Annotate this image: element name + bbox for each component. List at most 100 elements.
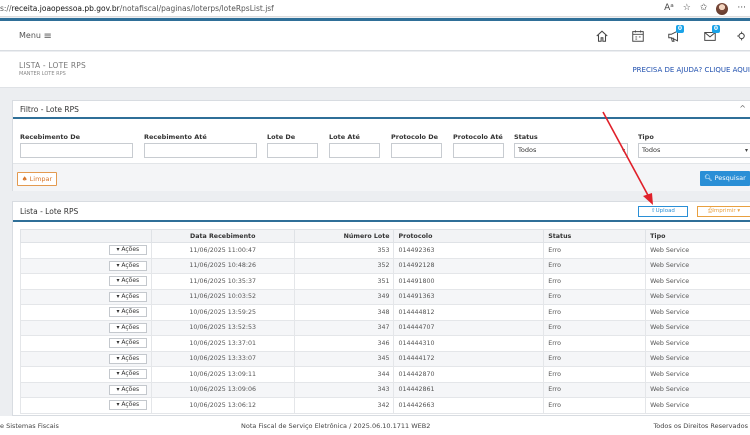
hamburger-icon: ≡: [43, 31, 52, 42]
acoes-button[interactable]: ▾ Ações: [108, 291, 147, 302]
address-text[interactable]: s://receita.joaopessoa.pb.gov.br/notafis…: [0, 4, 274, 13]
acoes-button[interactable]: ▾ Ações: [108, 384, 147, 395]
lote-de-input[interactable]: [267, 143, 318, 158]
cell-tipo: Web Service: [645, 381, 750, 398]
browser-address-bar[interactable]: s://receita.joaopessoa.pb.gov.br/notafis…: [0, 0, 750, 17]
announcements-badge: 0: [676, 25, 684, 33]
settings-button[interactable]: [728, 25, 750, 47]
protocolo-ate-input[interactable]: [453, 143, 504, 158]
calendar-icon: [632, 30, 644, 42]
acoes-button[interactable]: ▾ Ações: [108, 307, 147, 318]
home-button[interactable]: [584, 25, 620, 47]
tipo-dropdown-icon: ▾: [744, 147, 748, 154]
upload-button[interactable]: ⇧Upload: [638, 206, 688, 217]
table-row: ▾ Ações 11/06/2025 10:48:26 352 014492128 Er…: [20, 257, 750, 274]
acoes-label: Ações: [121, 323, 140, 331]
label-recebimento-de: Recebimento De: [20, 133, 81, 141]
cell-tipo: Web Service: [645, 257, 750, 274]
tipo-selected-value: Todos: [642, 146, 661, 154]
col-protocolo-header[interactable]: Protocolo: [393, 229, 545, 243]
acoes-button[interactable]: ▾ Ações: [108, 260, 147, 271]
favorite-icon[interactable]: ☆: [683, 2, 691, 15]
messages-button[interactable]: 0: [692, 25, 728, 47]
chevron-down-icon: ▾: [116, 261, 120, 269]
cog-icon: [737, 31, 745, 41]
acoes-button[interactable]: ▾ Ações: [108, 245, 147, 256]
cell-status: Erro: [543, 335, 647, 352]
cell-data-recebimento: 11/06/2025 10:03:52: [150, 288, 295, 305]
eraser-icon: ♠: [21, 175, 28, 183]
help-link[interactable]: PRECISA DE AJUDA? CLIQUE AQUI: [632, 66, 750, 74]
app-header: Menu ≡ 0 0: [0, 21, 750, 51]
chevron-down-icon: ▾: [116, 339, 120, 347]
cell-status: Erro: [543, 257, 647, 274]
breadcrumb: LISTA - LOTE RPS MANTER LOTE RPS PRECISA…: [0, 52, 750, 88]
protocolo-de-input[interactable]: [391, 143, 442, 158]
chevron-down-icon: ▾: [116, 292, 120, 300]
read-aloud-icon[interactable]: Aᵃ: [664, 2, 674, 15]
cell-data-recebimento: 10/06/2025 13:06:12: [150, 397, 295, 414]
recebimento-ate-input[interactable]: [144, 143, 257, 158]
col-numero-lote-header[interactable]: Número Lote: [293, 229, 395, 243]
messages-badge: 0: [712, 25, 720, 33]
cell-protocolo: 014444812: [393, 304, 545, 321]
acoes-button[interactable]: ▾ Ações: [108, 322, 147, 333]
label-protocolo-de: Protocolo De: [391, 133, 439, 141]
table-row: ▾ Ações 10/06/2025 13:59:25 348 014444812 Er…: [20, 304, 750, 321]
acoes-label: Ações: [121, 401, 140, 409]
status-select[interactable]: Todos ▾: [514, 143, 628, 158]
table-header-row: Data Recebimento Número Lote Protocolo S…: [20, 229, 750, 243]
search-button[interactable]: 🔍︎ Pesquisar: [700, 171, 750, 186]
acoes-button[interactable]: ▾ Ações: [108, 369, 147, 380]
favorites-bar-icon[interactable]: ✩: [700, 2, 708, 15]
cell-protocolo: 014492363: [393, 242, 545, 259]
col-tipo-header[interactable]: Tipo: [645, 229, 750, 243]
row-actions-cell: ▾ Ações: [20, 381, 152, 398]
cell-status: Erro: [543, 242, 647, 259]
lote-ate-input[interactable]: [329, 143, 380, 158]
cell-data-recebimento: 10/06/2025 13:37:01: [150, 335, 295, 352]
upload-label: Upload: [655, 208, 675, 214]
search-icon: 🔍︎: [704, 174, 713, 182]
acoes-button[interactable]: ▾ Ações: [108, 353, 147, 364]
status-dropdown-icon: ▾: [621, 147, 625, 154]
recebimento-de-input[interactable]: [20, 143, 133, 158]
collapse-icon[interactable]: ^: [739, 104, 746, 113]
col-status-header[interactable]: Status: [543, 229, 647, 243]
row-actions-cell: ▾ Ações: [20, 350, 152, 367]
menu-button[interactable]: Menu ≡: [19, 31, 52, 42]
acoes-label: Ações: [121, 370, 140, 378]
calendar-button[interactable]: [620, 25, 656, 47]
acoes-label: Ações: [121, 385, 140, 393]
cell-tipo: Web Service: [645, 366, 750, 383]
clear-button[interactable]: ♠ Limpar: [17, 172, 57, 186]
cell-tipo: Web Service: [645, 397, 750, 414]
table-row: ▾ Ações 10/06/2025 13:52:53 347 014444707 Er…: [20, 319, 750, 336]
acoes-button[interactable]: ▾ Ações: [108, 400, 147, 411]
filter-panel-title: Filtro - Lote RPS: [13, 101, 750, 119]
cell-data-recebimento: 10/06/2025 13:09:11: [150, 366, 295, 383]
label-recebimento-ate: Recebimento Até: [144, 133, 207, 141]
tipo-select[interactable]: Todos ▾: [638, 143, 750, 158]
print-button[interactable]: ⎙Imprimir ▾: [697, 206, 750, 217]
more-icon[interactable]: ···: [737, 2, 746, 15]
acoes-button[interactable]: ▾ Ações: [108, 338, 147, 349]
announcements-button[interactable]: 0: [656, 25, 692, 47]
cell-numero-lote: 345: [293, 350, 395, 367]
acoes-label: Ações: [121, 277, 140, 285]
cell-tipo: Web Service: [645, 288, 750, 305]
cell-status: Erro: [543, 304, 647, 321]
cell-protocolo: 014442861: [393, 381, 545, 398]
cell-protocolo: 014442870: [393, 366, 545, 383]
acoes-label: Ações: [121, 354, 140, 362]
cell-protocolo: 014491800: [393, 273, 545, 290]
row-actions-cell: ▾ Ações: [20, 242, 152, 259]
col-data-recebimento-header[interactable]: Data Recebimento: [150, 229, 295, 243]
clear-label: Limpar: [29, 175, 53, 183]
row-actions-cell: ▾ Ações: [20, 288, 152, 305]
profile-avatar[interactable]: [716, 2, 729, 15]
chevron-down-icon: ▾: [116, 370, 120, 378]
table-row: ▾ Ações 10/06/2025 13:37:01 346 014444310 Er…: [20, 335, 750, 352]
acoes-button[interactable]: ▾ Ações: [108, 276, 147, 287]
cell-numero-lote: 347: [293, 319, 395, 336]
